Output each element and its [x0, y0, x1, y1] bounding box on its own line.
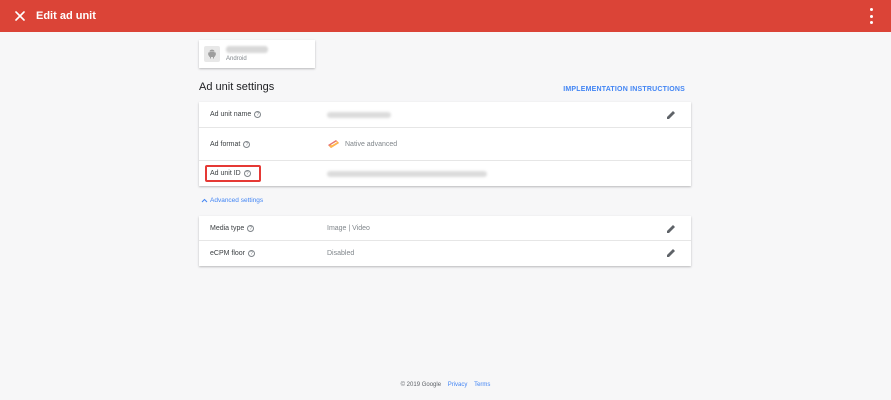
- media-type-value: Image | Video: [327, 225, 370, 232]
- native-advanced-icon: [328, 140, 339, 148]
- help-icon[interactable]: ?: [248, 250, 256, 257]
- advanced-settings-toggle[interactable]: Advanced settings: [201, 197, 263, 204]
- ad-unit-id-redacted: [327, 171, 487, 177]
- privacy-link[interactable]: Privacy: [448, 382, 468, 388]
- app-platform: Android: [226, 56, 247, 62]
- close-button[interactable]: [4, 0, 36, 32]
- advanced-settings-card: Media type ? Image | Video eCPM floor ? …: [199, 216, 691, 266]
- ad-unit-name-redacted: [327, 112, 391, 118]
- help-icon[interactable]: ?: [243, 141, 251, 148]
- edit-icon[interactable]: [665, 247, 677, 259]
- advanced-settings-label: Advanced settings: [210, 197, 264, 204]
- terms-link[interactable]: Terms: [474, 382, 490, 388]
- more-vert-icon: [869, 8, 873, 11]
- ad-format-value: Native advanced: [345, 140, 398, 148]
- app-selector-card[interactable]: Android: [199, 40, 315, 68]
- edit-icon[interactable]: [665, 223, 677, 235]
- app-name-redacted: [226, 46, 268, 53]
- top-app-bar: Edit ad unit: [0, 0, 891, 32]
- ad-format-row: Ad format ? Native advanced: [199, 128, 691, 161]
- chevron-up-icon: [201, 198, 208, 203]
- ecpm-floor-value: Disabled: [327, 250, 355, 257]
- ad-unit-id-row: Ad unit ID ?: [199, 161, 691, 186]
- section-title: Ad unit settings: [199, 81, 275, 93]
- help-icon[interactable]: ?: [247, 225, 255, 232]
- footer: © 2019 Google Privacy Terms: [0, 382, 891, 388]
- page-title: Edit ad unit: [36, 10, 96, 22]
- more-options-button[interactable]: [865, 8, 877, 24]
- ad-unit-settings-card: Ad unit name ? Ad format ? Native advanc…: [199, 102, 691, 186]
- help-icon[interactable]: ?: [243, 170, 251, 177]
- ad-unit-name-label: Ad unit name: [210, 111, 252, 118]
- help-icon[interactable]: ?: [254, 111, 262, 118]
- ad-unit-id-label: Ad unit ID: [210, 170, 241, 177]
- implementation-instructions-link[interactable]: IMPLEMENTATION INSTRUCTIONS: [563, 86, 685, 93]
- edit-icon[interactable]: [665, 109, 677, 121]
- media-type-row: Media type ? Image | Video: [199, 216, 691, 241]
- media-type-label: Media type: [210, 225, 245, 232]
- ad-unit-name-row: Ad unit name ?: [199, 102, 691, 128]
- ecpm-floor-label: eCPM floor: [210, 250, 246, 257]
- copyright-text: © 2019 Google: [400, 382, 442, 388]
- android-icon: [204, 46, 220, 62]
- close-icon: [15, 11, 25, 21]
- ecpm-floor-row: eCPM floor ? Disabled: [199, 241, 691, 266]
- ad-format-label: Ad format: [210, 141, 241, 148]
